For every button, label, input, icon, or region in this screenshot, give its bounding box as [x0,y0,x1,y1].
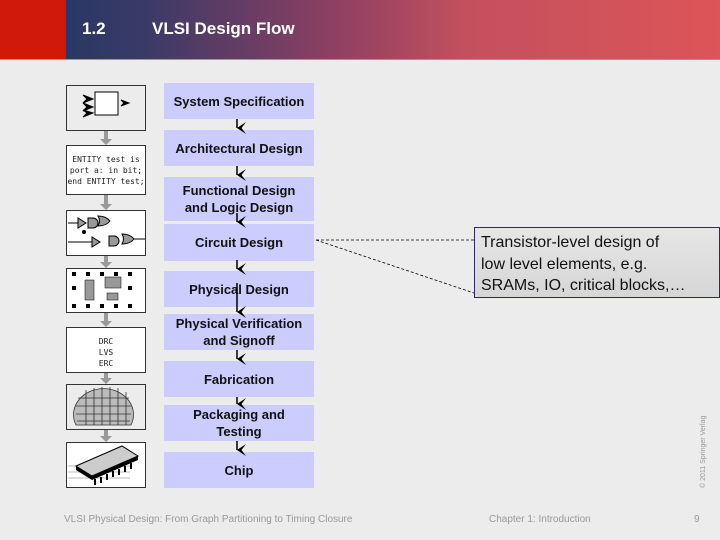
footer-page-number: 9 [694,514,700,525]
circuit-design-callout: Transistor-level design of low level ele… [474,227,720,298]
callout-leaders [315,239,475,294]
copyright-notice: © 2011 Springer Verlag [700,415,707,488]
footer-chapter: Chapter 1: Introduction [489,514,591,525]
side-arrow-4 [100,313,112,327]
side-arrow-2 [100,195,112,210]
side-arrow-6 [100,430,112,442]
side-arrow-3 [100,256,112,268]
footer-book-title: VLSI Physical Design: From Graph Partiti… [64,514,353,525]
side-arrow-1 [100,131,112,145]
layout-icon [72,272,132,308]
wafer-icon [73,387,134,426]
chip-package-icon [68,445,140,485]
side-arrow-5 [100,373,112,384]
block-diagram-icon [82,91,131,118]
logic-gates-icon [68,215,145,248]
